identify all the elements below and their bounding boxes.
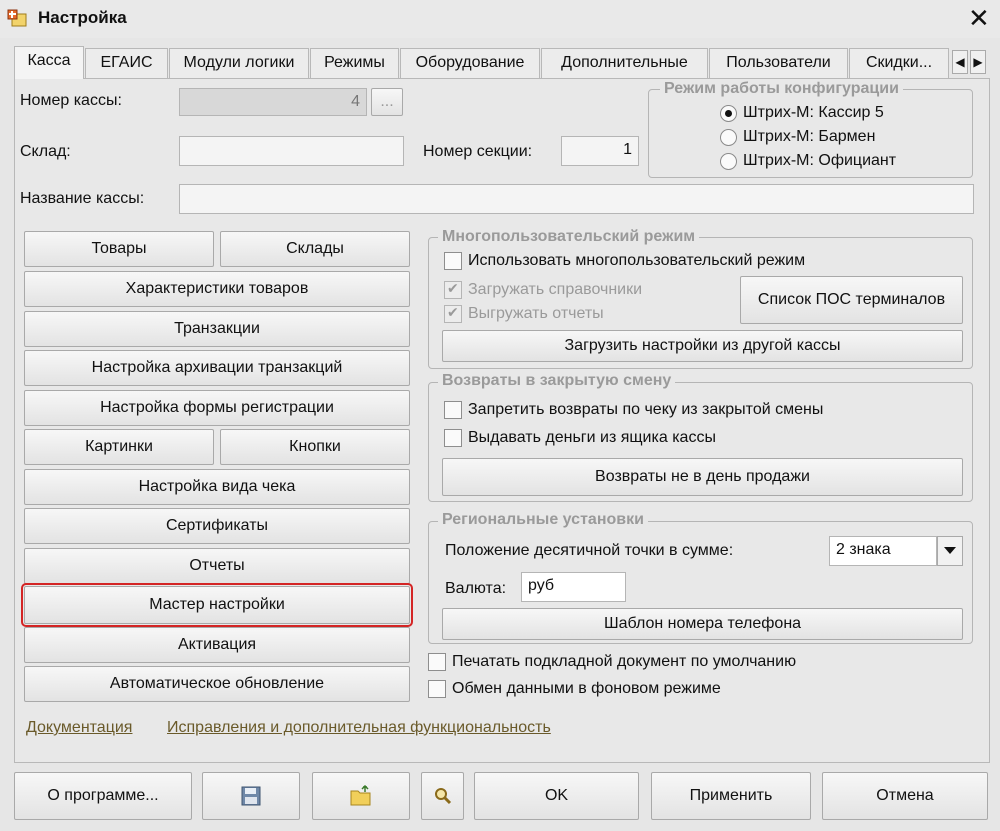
reports-button[interactable]: Отчеты bbox=[24, 548, 410, 584]
give-money-checkbox-row[interactable]: Выдавать деньги из ящика кассы bbox=[444, 429, 716, 447]
register-name-label: Название кассы: bbox=[20, 190, 145, 207]
checkbox-label: Выдавать деньги из ящика кассы bbox=[468, 429, 716, 446]
radio-button[interactable] bbox=[720, 152, 737, 170]
section-number-field[interactable]: 1 bbox=[561, 136, 639, 166]
bg-exchange-checkbox-row[interactable]: Обмен данными в фоновом режиме bbox=[428, 680, 721, 698]
search-button[interactable] bbox=[421, 772, 464, 820]
decimal-position-label: Положение десятичной точки в сумме: bbox=[445, 542, 734, 559]
phone-template-button[interactable]: Шаблон номера телефона bbox=[442, 608, 963, 640]
certificates-button[interactable]: Сертификаты bbox=[24, 508, 410, 544]
activation-button[interactable]: Активация bbox=[24, 627, 410, 663]
multiuser-title: Многопользовательский режим bbox=[438, 228, 700, 246]
radio-button[interactable] bbox=[720, 104, 737, 122]
chevron-down-icon[interactable] bbox=[937, 536, 963, 566]
save-button[interactable] bbox=[202, 772, 300, 820]
radio-label: Штрих-М: Официант bbox=[743, 152, 897, 169]
floppy-disk-icon bbox=[241, 786, 261, 806]
checkbox-label: Печатать подкладной документ по умолчани… bbox=[452, 653, 797, 670]
settings-app-icon bbox=[7, 9, 27, 27]
pos-terminals-list-button[interactable]: Список ПОС терминалов bbox=[740, 276, 963, 324]
checkbox[interactable] bbox=[444, 401, 462, 419]
open-folder-icon bbox=[350, 785, 371, 806]
setup-wizard-button[interactable]: Мастер настройки bbox=[21, 583, 413, 627]
tab-equipment[interactable]: Оборудование bbox=[400, 48, 540, 78]
archive-settings-button[interactable]: Настройка архивации транзакций bbox=[24, 350, 410, 386]
cancel-button[interactable]: Отмена bbox=[822, 772, 988, 820]
checkbox-label: Загружать справочники bbox=[468, 281, 643, 298]
returns-title: Возвраты в закрытую смену bbox=[438, 372, 676, 390]
checkbox-label: Запретить возвраты по чеку из закрытой с… bbox=[468, 401, 824, 418]
register-number-label: Номер кассы: bbox=[20, 92, 122, 109]
currency-label: Валюта: bbox=[445, 580, 507, 597]
pictures-button[interactable]: Картинки bbox=[24, 429, 214, 465]
about-button[interactable]: О программе... bbox=[14, 772, 192, 820]
checkbox[interactable] bbox=[444, 429, 462, 447]
decimal-position-dropdown[interactable]: 2 знака bbox=[829, 536, 937, 566]
registration-form-button[interactable]: Настройка формы регистрации bbox=[24, 390, 410, 426]
title-bar bbox=[0, 0, 1000, 38]
register-name-field[interactable] bbox=[179, 184, 974, 214]
auto-update-button[interactable]: Автоматическое обновление bbox=[24, 666, 410, 702]
load-settings-from-other-button[interactable]: Загрузить настройки из другой кассы bbox=[442, 330, 963, 362]
tab-scroll-left-icon[interactable]: ◀ bbox=[952, 50, 968, 74]
load-refs-checkbox-row[interactable]: Загружать справочники bbox=[444, 280, 643, 299]
warehouse-field[interactable] bbox=[179, 136, 404, 166]
buttons-button[interactable]: Кнопки bbox=[220, 429, 410, 465]
radio-label: Штрих-М: Кассир 5 bbox=[743, 104, 884, 121]
tab-discounts[interactable]: Скидки... bbox=[849, 48, 949, 78]
tab-kassa[interactable]: Касса bbox=[14, 46, 84, 79]
window-title: Настройка bbox=[38, 8, 127, 27]
tab-logic-modules[interactable]: Модули логики bbox=[169, 48, 309, 78]
checkbox[interactable] bbox=[428, 680, 446, 698]
checkbox-label: Обмен данными в фоновом режиме bbox=[452, 680, 721, 697]
checkbox[interactable] bbox=[444, 252, 462, 270]
regional-title: Региональные установки bbox=[438, 511, 648, 529]
radio-button[interactable] bbox=[720, 128, 737, 146]
close-icon[interactable]: ✕ bbox=[968, 3, 990, 33]
goods-characteristics-button[interactable]: Характеристики товаров bbox=[24, 271, 410, 307]
goods-button[interactable]: Товары bbox=[24, 231, 214, 267]
tab-users[interactable]: Пользователи bbox=[709, 48, 848, 78]
warehouse-label: Склад: bbox=[20, 143, 71, 160]
register-number-select-button[interactable]: ... bbox=[371, 88, 403, 116]
ok-button[interactable]: OK bbox=[474, 772, 639, 820]
documentation-link[interactable]: Документация bbox=[26, 719, 132, 737]
fixes-link[interactable]: Исправления и дополнительная функциональ… bbox=[167, 719, 551, 737]
checkbox-label: Выгружать отчеты bbox=[468, 305, 604, 322]
upload-reports-checkbox-row[interactable]: Выгружать отчеты bbox=[444, 304, 604, 323]
register-number-field: 4 bbox=[179, 88, 367, 116]
use-multiuser-checkbox-row[interactable]: Использовать многопользовательский режим bbox=[444, 252, 805, 270]
radio-option-waiter[interactable]: Штрих-М: Официант bbox=[720, 152, 896, 170]
currency-field[interactable]: руб bbox=[521, 572, 626, 602]
warehouses-button[interactable]: Склады bbox=[220, 231, 410, 267]
tab-scroll-right-icon[interactable]: ▶ bbox=[970, 50, 986, 74]
returns-other-day-button[interactable]: Возвраты не в день продажи bbox=[442, 458, 963, 496]
tab-modes[interactable]: Режимы bbox=[310, 48, 399, 78]
open-folder-button[interactable] bbox=[312, 772, 410, 820]
checkbox[interactable] bbox=[428, 653, 446, 671]
transactions-button[interactable]: Транзакции bbox=[24, 311, 410, 347]
config-mode-title: Режим работы конфигурации bbox=[660, 80, 903, 98]
section-number-label: Номер секции: bbox=[423, 143, 533, 160]
apply-button[interactable]: Применить bbox=[651, 772, 811, 820]
checkbox[interactable] bbox=[444, 304, 462, 323]
print-doc-checkbox-row[interactable]: Печатать подкладной документ по умолчани… bbox=[428, 653, 796, 671]
tab-additional[interactable]: Дополнительные bbox=[541, 48, 708, 78]
receipt-view-button[interactable]: Настройка вида чека bbox=[24, 469, 410, 505]
radio-option-bartender[interactable]: Штрих-М: Бармен bbox=[720, 128, 875, 146]
search-icon bbox=[434, 788, 451, 805]
forbid-returns-checkbox-row[interactable]: Запретить возвраты по чеку из закрытой с… bbox=[444, 401, 823, 419]
radio-option-cashier[interactable]: Штрих-М: Кассир 5 bbox=[720, 104, 884, 122]
tab-egais[interactable]: ЕГАИС bbox=[85, 48, 168, 78]
radio-label: Штрих-М: Бармен bbox=[743, 128, 876, 145]
checkbox-label: Использовать многопользовательский режим bbox=[468, 252, 806, 269]
tab-strip: Касса ЕГАИС Модули логики Режимы Оборудо… bbox=[14, 46, 990, 79]
checkbox[interactable] bbox=[444, 280, 462, 299]
